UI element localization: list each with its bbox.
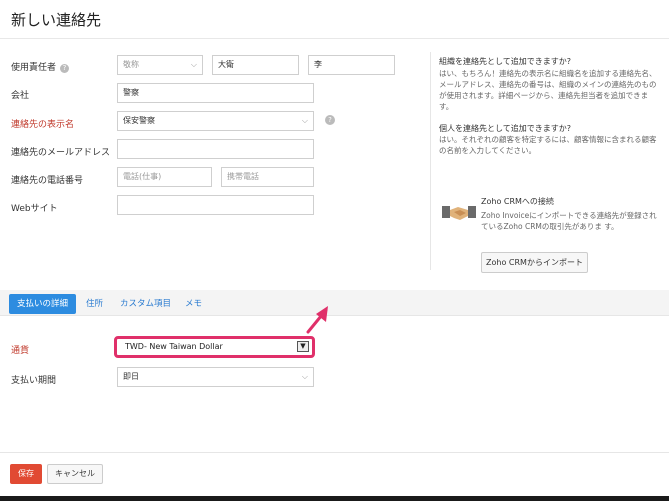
company-input[interactable]: 警察 xyxy=(117,83,314,103)
chevron-down-icon: ⌵ xyxy=(301,372,308,381)
footer-divider xyxy=(0,452,669,453)
chevron-down-icon: ⌵ xyxy=(301,116,308,125)
email-input[interactable] xyxy=(117,139,314,159)
first-name-input[interactable]: 大衛 xyxy=(212,55,299,75)
sidebar-divider xyxy=(430,52,431,270)
primary-contact-label-text: 使用責任者 xyxy=(11,63,57,73)
dropdown-arrow-icon[interactable]: ▼ xyxy=(297,341,309,352)
currency-select[interactable]: TWD- New Taiwan Dollar ▼ xyxy=(114,336,315,358)
crm-connect-title: Zoho CRMへの接続 xyxy=(481,197,554,206)
website-input[interactable] xyxy=(117,195,314,215)
display-name-label: 連絡先の表示名 xyxy=(11,120,75,130)
help-question-organization: 組織を連絡先として追加できますか? xyxy=(439,57,572,66)
display-name-help-icon[interactable]: ? xyxy=(325,115,335,125)
primary-contact-label: 使用責任者? xyxy=(11,60,70,73)
crm-connect-description: Zoho Invoiceにインポートできる連絡先が登録されているZoho CRM… xyxy=(481,211,657,231)
help-icon[interactable]: ? xyxy=(60,64,70,73)
tab-custom-fields[interactable]: カスタム項目 xyxy=(120,294,171,314)
cancel-button[interactable]: キャンセル xyxy=(47,464,103,484)
tab-payment-details[interactable]: 支払いの詳細 xyxy=(9,294,77,314)
display-name-value: 保安警察 xyxy=(123,116,155,125)
page-title: 新しい連絡先 xyxy=(11,11,102,29)
payment-terms-label: 支払い期間 xyxy=(11,376,57,386)
payment-terms-select[interactable]: 即日 ⌵ xyxy=(117,367,314,387)
import-from-crm-button[interactable]: Zoho CRMからインポート xyxy=(481,252,588,273)
window-bottom-edge xyxy=(0,496,669,501)
email-label: 連絡先のメールアドレス xyxy=(11,148,111,158)
currency-value: TWD- New Taiwan Dollar xyxy=(125,342,223,351)
annotation-arrow-icon xyxy=(306,306,328,334)
chevron-down-icon: ⌵ xyxy=(190,60,197,69)
salutation-value: 敬称 xyxy=(123,60,139,69)
website-label: Webサイト xyxy=(11,204,58,214)
help-answer-organization: はい、もちろん！連絡先の表示名に組織名を追加する連絡先名、メールアドレス、連絡先… xyxy=(439,69,657,111)
tab-notes[interactable]: メモ xyxy=(185,294,202,314)
handshake-icon xyxy=(442,206,476,220)
currency-label: 通貨 xyxy=(11,346,30,356)
last-name-input[interactable]: 李 xyxy=(308,55,395,75)
salutation-select[interactable]: 敬称 ⌵ xyxy=(117,55,203,75)
mobile-phone-input[interactable]: 携帯電話 xyxy=(221,167,314,187)
help-question-individual: 個人を連絡先として追加できますか? xyxy=(439,124,572,133)
work-phone-input[interactable]: 電話(仕事) xyxy=(117,167,212,187)
help-answer-individual: はい。それぞれの顧客を特定するには、顧客情報に含まれる顧客の名前を入力してくださ… xyxy=(439,135,657,155)
title-divider xyxy=(0,38,669,39)
payment-terms-value: 即日 xyxy=(123,372,139,381)
company-label: 会社 xyxy=(11,91,30,101)
tab-address[interactable]: 住所 xyxy=(86,294,103,314)
display-name-select[interactable]: 保安警察 ⌵ xyxy=(117,111,314,131)
phone-label: 連絡先の電話番号 xyxy=(11,176,84,186)
save-button[interactable]: 保存 xyxy=(10,464,42,484)
